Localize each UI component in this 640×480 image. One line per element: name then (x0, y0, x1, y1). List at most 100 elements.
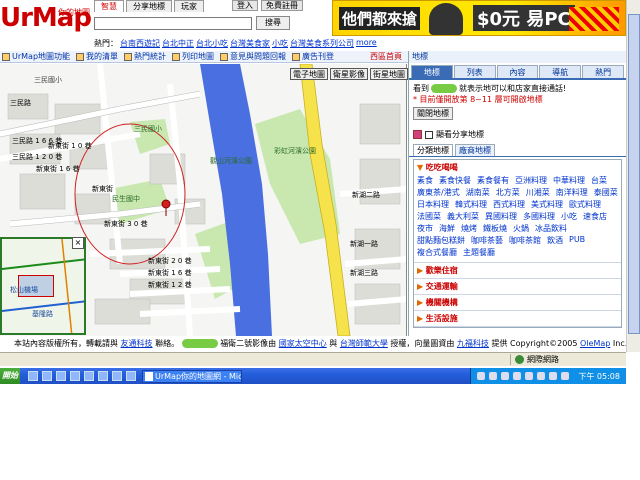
quick-launch-icon[interactable] (98, 371, 108, 381)
footer-link[interactable]: 九福科技 (457, 339, 489, 348)
category-item[interactable]: 湖南菜 (466, 187, 490, 198)
category-item[interactable]: 南洋料理 (556, 187, 588, 198)
more-link[interactable]: more (356, 38, 377, 48)
start-button[interactable]: 開始 (0, 368, 20, 384)
close-landmark-button[interactable]: 關閉地標 (413, 107, 453, 120)
layer-street-button[interactable]: 街星地圖 (370, 68, 408, 80)
register-button[interactable]: 免費註冊 (261, 0, 303, 11)
category-item[interactable]: 法國菜 (417, 211, 441, 222)
category-item[interactable]: 速食店 (583, 211, 607, 222)
tray-icon[interactable] (489, 372, 497, 380)
toolbar-item-print[interactable]: 列印地圖 (172, 51, 214, 62)
tray-icon[interactable] (549, 372, 557, 380)
category-transport[interactable]: ▶ 交通運輸 (414, 279, 621, 295)
search-input[interactable] (94, 17, 252, 30)
category-item[interactable]: 多國料理 (523, 211, 555, 222)
category-item[interactable]: 咖啡茶館 (509, 235, 541, 246)
tray-icon[interactable] (477, 372, 485, 380)
quick-launch-icon[interactable] (70, 371, 80, 381)
tab-popular[interactable]: 熱門 (582, 65, 624, 78)
overview-map[interactable]: 松山機場 基隆路 (0, 237, 86, 335)
category-item[interactable]: 日本料理 (417, 199, 449, 210)
category-item[interactable]: 鐵板燒 (483, 223, 507, 234)
map-canvas[interactable]: 三民國小 三民國小 民生國中 彩虹河濱公園 觀山河濱公園 三民路 三民路 1 6… (0, 64, 407, 336)
tray-icon[interactable] (501, 372, 509, 380)
hot-link[interactable]: 台灣美食家 (230, 38, 270, 48)
subtab-vendor[interactable]: 廠商地標 (455, 144, 495, 156)
category-item[interactable]: 美式料理 (531, 199, 563, 210)
category-item[interactable]: 義大利菜 (447, 211, 479, 222)
quick-launch-icon[interactable] (84, 371, 94, 381)
toolbar-item-feedback[interactable]: 意見與問題回報 (220, 51, 286, 62)
layer-satellite-button[interactable]: 衛星影像 (330, 68, 368, 80)
hot-link[interactable]: 小吃 (272, 38, 288, 48)
tray-icon[interactable] (513, 372, 521, 380)
tab-landmark[interactable]: 地標 (411, 65, 453, 78)
urmap-logo[interactable]: UrMap 你的地圖 (0, 3, 92, 39)
subtab-category[interactable]: 分類地標 (413, 144, 453, 156)
quick-launch-icon[interactable] (28, 371, 38, 381)
category-item[interactable]: 夜市 (417, 223, 433, 234)
hot-link[interactable]: 台北小吃 (196, 38, 228, 48)
tab-share-landmark[interactable]: 分享地標 (126, 0, 172, 12)
category-item[interactable]: 火鍋 (513, 223, 529, 234)
category-item[interactable]: 中華料理 (553, 175, 585, 186)
tray-icon[interactable] (525, 372, 533, 380)
category-header[interactable]: ▼ 吃吃喝喝 (417, 162, 618, 173)
category-item[interactable]: PUB (569, 235, 585, 246)
overview-close-button[interactable]: × (72, 237, 84, 249)
hot-link[interactable]: 台北中正 (162, 38, 194, 48)
category-item[interactable]: 海鮮 (439, 223, 455, 234)
quick-launch-icon[interactable] (56, 371, 66, 381)
category-item[interactable]: 燒烤 (461, 223, 477, 234)
tab-navigation[interactable]: 導航 (539, 65, 582, 78)
category-item[interactable]: 廣東茶/港式 (417, 187, 460, 198)
category-item[interactable]: 川湘菜 (526, 187, 550, 198)
footer-link[interactable]: 友通科技 (121, 339, 153, 348)
hot-link[interactable]: 台南西遊記 (120, 38, 160, 48)
category-lodging[interactable]: ▶ 歡樂住宿 (414, 263, 621, 279)
category-item[interactable]: 亞洲料理 (515, 175, 547, 186)
category-item[interactable]: 咖啡茶藝 (471, 235, 503, 246)
share-checkbox[interactable] (425, 130, 433, 139)
scrollbar-thumb[interactable] (628, 14, 640, 334)
search-button[interactable]: 搜尋 (256, 16, 290, 30)
tab-player[interactable]: 玩家 (174, 0, 204, 12)
category-item[interactable]: 小吃 (561, 211, 577, 222)
category-agencies[interactable]: ▶ 機關機構 (414, 295, 621, 311)
category-item[interactable]: 主題餐廳 (463, 247, 495, 258)
vertical-scrollbar[interactable] (626, 0, 640, 352)
category-item[interactable]: 北方菜 (496, 187, 520, 198)
quick-launch-icon[interactable] (42, 371, 52, 381)
category-item[interactable]: 素食餐有 (477, 175, 509, 186)
tab-list[interactable]: 列表 (453, 65, 496, 78)
tab-content[interactable]: 內容 (496, 65, 539, 78)
login-button[interactable]: 登入 (232, 0, 258, 11)
show-share-toggle[interactable]: 顯看分享地標 (413, 129, 622, 140)
hot-link[interactable]: 台灣美食系列公司 (290, 38, 354, 48)
category-item[interactable]: 異國料理 (485, 211, 517, 222)
category-item[interactable]: 歐式料理 (569, 199, 601, 210)
layer-vector-button[interactable]: 電子地圖 (290, 68, 328, 80)
category-facilities[interactable]: ▶ 生活設施 (414, 311, 621, 327)
category-item[interactable]: 韓式料理 (455, 199, 487, 210)
category-item[interactable]: 素食 (417, 175, 433, 186)
category-item[interactable]: 冰品飲料 (535, 223, 567, 234)
quick-launch-icon[interactable] (126, 371, 136, 381)
region-home-link[interactable]: 西區首頁 (370, 51, 402, 62)
category-item[interactable]: 西式料理 (493, 199, 525, 210)
taskbar-window-button[interactable]: UrMap你的地圖網 - Micr... (142, 370, 242, 383)
category-item[interactable]: 複合式餐廳 (417, 247, 457, 258)
category-item[interactable]: 甜點麵包糕餅 (417, 235, 465, 246)
footer-link[interactable]: 國家太空中心 (279, 339, 327, 348)
category-item[interactable]: 泰國菜 (594, 187, 618, 198)
ad-banner[interactable]: 他們都來搶 $0元 易PC (332, 0, 626, 36)
location-marker[interactable] (161, 199, 171, 209)
toolbar-item-functions[interactable]: UrMap地圖功能 (2, 51, 70, 62)
toolbar-item-hot-stats[interactable]: 熱門統計 (124, 51, 166, 62)
quick-launch-icon[interactable] (112, 371, 122, 381)
toolbar-item-my-list[interactable]: 我的清單 (76, 51, 118, 62)
tray-icon[interactable] (537, 372, 545, 380)
category-item[interactable]: 台菜 (591, 175, 607, 186)
tray-icon[interactable] (561, 372, 569, 380)
